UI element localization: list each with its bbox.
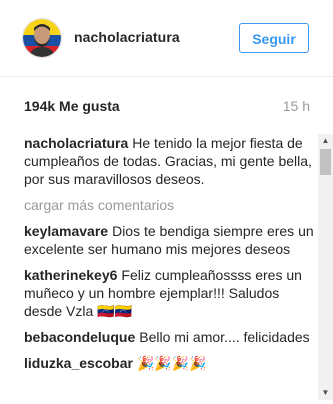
post-timestamp[interactable]: 15 h bbox=[283, 98, 310, 114]
comment-username[interactable]: liduzka_escobar bbox=[24, 355, 133, 371]
comment-text: 🎉🎉🎉🎉 bbox=[136, 355, 207, 371]
comments-scrollbar[interactable]: ▲ ▼ bbox=[318, 134, 333, 400]
comment-username[interactable]: katherinekey6 bbox=[24, 267, 117, 283]
caption: nacholacriatura He tenido la mejor fiesta… bbox=[24, 134, 314, 188]
likes-count[interactable]: 194k Me gusta bbox=[24, 98, 120, 114]
comment-item: bebacondeluque Bello mi amor.... felicida… bbox=[24, 328, 314, 346]
header-username[interactable]: nacholacriatura bbox=[74, 29, 180, 45]
comment-item: keylamavare Dios te bendiga siempre eres … bbox=[24, 222, 314, 258]
comment-text: Bello mi amor.... felicidades bbox=[139, 329, 310, 345]
scroll-up-arrow-icon[interactable]: ▲ bbox=[318, 134, 333, 148]
comment-item: liduzka_escobar 🎉🎉🎉🎉 bbox=[24, 354, 314, 372]
likes-row: 194k Me gusta 15 h bbox=[0, 76, 333, 134]
load-more-comments-link[interactable]: cargar más comentarios bbox=[24, 196, 314, 214]
avatar[interactable] bbox=[22, 18, 62, 58]
comment-item: katherinekey6 Feliz cumpleañossss eres un… bbox=[24, 266, 314, 320]
avatar-image bbox=[23, 19, 61, 57]
comment-username[interactable]: bebacondeluque bbox=[24, 329, 135, 345]
scroll-down-arrow-icon[interactable]: ▼ bbox=[318, 386, 333, 400]
comments-list: nacholacriatura He tenido la mejor fiesta… bbox=[24, 134, 314, 404]
post-panel: nacholacriatura Seguir 194k Me gusta 15 … bbox=[0, 0, 333, 404]
post-header: nacholacriatura Seguir bbox=[0, 0, 333, 77]
scrollbar-thumb[interactable] bbox=[320, 149, 331, 175]
follow-button[interactable]: Seguir bbox=[239, 23, 309, 53]
comment-username[interactable]: keylamavare bbox=[24, 223, 108, 239]
caption-username[interactable]: nacholacriatura bbox=[24, 135, 128, 151]
